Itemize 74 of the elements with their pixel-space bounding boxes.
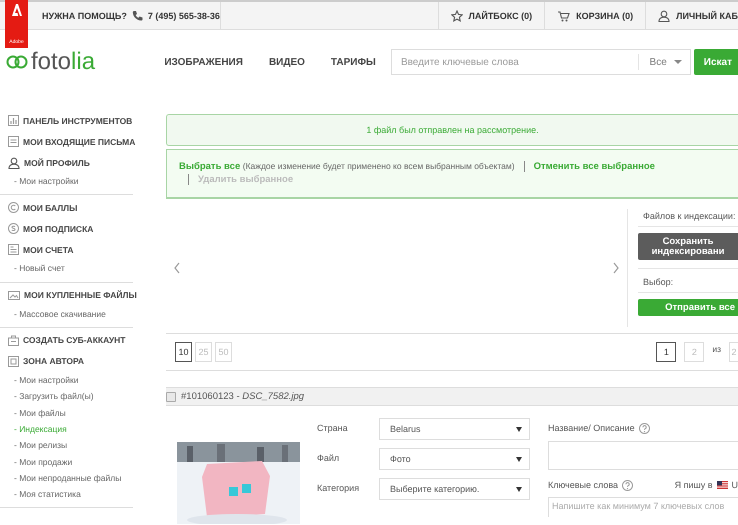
chevron-right-icon[interactable]: [613, 262, 619, 274]
page-button[interactable]: 1: [656, 342, 676, 362]
notice-banner: 1 файл был отправлен на рассмотрение.: [166, 114, 738, 146]
sidebar-item[interactable]: МОЯ ПОДПИСКА: [0, 218, 133, 240]
caret-icon: [516, 486, 522, 492]
search-field[interactable]: Введите ключевые слова Все: [390, 49, 691, 75]
image-icon: [8, 290, 20, 301]
copyright-icon: [8, 202, 19, 214]
help-text: НУЖНА ПОМОЩЬ?: [42, 10, 127, 20]
caret-icon: [674, 60, 682, 64]
chart-icon: [8, 115, 19, 126]
header-link[interactable]: ЛИЧНЫЙ КАБ: [645, 2, 738, 29]
select-field[interactable]: Выберите категорию.: [379, 478, 530, 500]
header-link[interactable]: КОРЗИНА (0): [544, 2, 646, 29]
mail-icon: [8, 136, 19, 147]
keywords-field[interactable]: Напишите как минимум 7 ключевых слов: [548, 497, 738, 517]
sidebar-item[interactable]: МОЙ ПРОФИЛЬ: [0, 152, 133, 173]
sidebar-item[interactable]: ЗОНА АВТОРА: [0, 350, 133, 372]
sidebar-item[interactable]: - Новый счет: [0, 260, 133, 277]
rings-icon: [6, 55, 28, 69]
files-count-label: Файлов к индексации:: [638, 209, 738, 227]
sidebar-item[interactable]: - Мои настройки: [0, 372, 133, 388]
sidebar-item[interactable]: - Моя статистика: [0, 486, 133, 502]
sidebar-item[interactable]: СОЗДАТЬ СУБ-АККАУНТ: [0, 330, 133, 351]
field-label: Название/ Описание: [548, 423, 635, 433]
sidebar-item[interactable]: - Загрузить файл(ы): [0, 388, 133, 404]
briefcase-icon: [8, 334, 19, 346]
adobe-icon: [12, 4, 22, 16]
sidebar-item[interactable]: - Мои релизы: [0, 437, 133, 454]
caret-icon: [516, 426, 522, 432]
document-icon: [8, 244, 19, 256]
selection-hint: (Каждое изменение будет применено ко всем выбранным объектам): [242, 161, 515, 171]
language-code[interactable]: U: [732, 480, 738, 490]
sidebar-item[interactable]: - Массовое скачивание: [0, 306, 133, 322]
choice-label: Выбор:: [638, 268, 738, 293]
user-icon: [658, 10, 670, 22]
sidebar-item[interactable]: МОИ ВХОДЯЩИЕ ПИСЬМА: [0, 131, 133, 152]
page-size-button[interactable]: 10: [175, 342, 192, 362]
phone-icon: [132, 10, 143, 21]
nav-link[interactable]: ИЗОБРАЖЕНИЯ: [164, 56, 243, 68]
chevron-left-icon[interactable]: [174, 262, 180, 274]
fotolia-logo[interactable]: fotolia: [6, 48, 164, 76]
checkbox[interactable]: [166, 392, 176, 402]
sidebar-item[interactable]: - Мои настройки: [0, 173, 133, 190]
sidebar-item[interactable]: МОИ БАЛЛЫ: [0, 197, 133, 218]
select-field[interactable]: Belarus: [379, 418, 530, 440]
help-icon: [638, 422, 650, 434]
scope-dropdown[interactable]: Все: [638, 54, 690, 70]
nav-link[interactable]: ВИДЕО: [268, 56, 305, 68]
field-label: Ключевые слова: [548, 480, 618, 490]
select-field[interactable]: Фото: [379, 448, 530, 470]
field-label: Категория: [317, 482, 360, 495]
field-label: Файл: [317, 452, 340, 465]
user-icon: [8, 156, 20, 168]
flag-icon: [716, 481, 728, 489]
page-of-label: из: [712, 344, 721, 354]
save-button[interactable]: Сохранить индексировани: [638, 233, 738, 260]
language-label: Я пишу в: [674, 480, 712, 490]
nav-link[interactable]: ТАРИФЫ: [330, 56, 376, 68]
field-label: Страна: [317, 422, 349, 435]
caret-icon: [516, 456, 522, 462]
help-icon: [622, 480, 634, 490]
cart-icon: [557, 10, 570, 22]
dollar-icon: [8, 223, 19, 234]
sidebar-item[interactable]: - Мои продажи: [0, 453, 133, 470]
sidebar-item[interactable]: - Мои непроданные файлы: [0, 470, 133, 486]
sidebar-item[interactable]: ПАНЕЛЬ ИНСТРУМЕНТОВ: [0, 110, 133, 131]
phone-number: 7 (495) 565-38-36: [148, 10, 220, 20]
sidebar-item[interactable]: МОИ СЧЕТА: [0, 239, 133, 260]
file-title: #101060123 - DSC_7582.jpg: [181, 391, 304, 402]
sidebar-item[interactable]: - Мои файлы: [0, 404, 133, 421]
header-link[interactable]: ЛАЙТБОКС (0): [438, 2, 544, 29]
star-icon: [450, 10, 463, 22]
grid-icon: [8, 356, 19, 367]
